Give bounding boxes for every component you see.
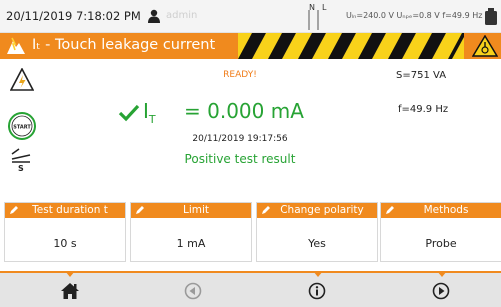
hazard-stripes <box>238 33 464 59</box>
nav-notch <box>313 271 323 277</box>
nav-notch <box>437 271 447 277</box>
home-button[interactable] <box>8 271 132 307</box>
status-datetime: 20/11/2019 7:18:02 PM <box>6 9 141 23</box>
param-card-duration[interactable]: Test duration t 10 s <box>4 202 126 262</box>
param-value: 1 mA <box>176 237 206 250</box>
param-card-header: Test duration t <box>5 203 125 218</box>
param-label: Limit <box>182 204 210 216</box>
param-card-limit[interactable]: Limit 1 mA <box>130 202 252 262</box>
svg-text:S: S <box>18 164 24 172</box>
apparent-power-value: S=751 VA <box>396 70 447 81</box>
param-label: Methods <box>423 204 469 216</box>
title-bar: Iₜ - Touch leakage current <box>0 33 501 59</box>
home-icon <box>61 283 79 299</box>
frequency-value: f=49.9 Hz <box>398 104 449 115</box>
param-card-header: Limit <box>131 203 251 218</box>
param-value: Yes <box>308 237 326 250</box>
n-label: N <box>309 3 315 12</box>
param-value: 10 s <box>53 237 77 250</box>
test-verdict: Positive test result <box>184 152 296 166</box>
info-button[interactable] <box>256 271 380 307</box>
probe-icon: S <box>11 148 31 172</box>
info-icon <box>308 282 326 300</box>
next-icon <box>432 282 450 300</box>
status-bar: 20/11/2019 7:18:02 PM admin N L Uₗₙ=240.… <box>0 0 501 33</box>
edit-icon <box>10 206 18 214</box>
edit-icon <box>262 206 270 214</box>
param-card-polarity[interactable]: Change polarity Yes <box>256 202 378 262</box>
svg-text:START: START <box>13 125 31 131</box>
edit-icon <box>386 206 394 214</box>
result-value: = 0.000 mA <box>184 99 304 123</box>
device-icon <box>485 8 497 25</box>
param-card-methods[interactable]: Methods Probe <box>380 202 501 262</box>
param-label: Change polarity <box>280 204 364 216</box>
param-card-header: Methods <box>381 203 501 218</box>
result-subscript: T <box>148 113 156 126</box>
param-value: Probe <box>425 237 457 250</box>
result-symbol: IT <box>143 99 156 126</box>
voltage-warning-icon <box>10 68 34 91</box>
user-icon[interactable] <box>146 9 162 23</box>
prev-button[interactable] <box>132 273 256 307</box>
page-title: Iₜ - Touch leakage current <box>32 37 216 53</box>
edit-icon <box>136 206 144 214</box>
check-icon <box>118 104 140 122</box>
prev-icon <box>184 282 202 300</box>
next-button[interactable] <box>380 271 501 307</box>
user-name[interactable]: admin <box>166 10 197 21</box>
param-label: Test duration t <box>32 204 108 216</box>
start-icon[interactable]: START <box>7 111 37 141</box>
parameter-cards: Test duration t 10 s Limit 1 mA Change p… <box>4 202 501 262</box>
line-measurements: Uₗₙ=240.0 V Uₙₚₑ=0.8 V f=49.9 Hz <box>346 11 483 20</box>
bottom-nav <box>0 271 501 307</box>
l-label: L <box>322 3 327 12</box>
ready-label: READY! <box>223 70 257 80</box>
leakage-icon <box>7 37 25 54</box>
result-datetime: 20/11/2019 19:17:56 <box>192 134 288 144</box>
hazard-icon <box>472 35 498 57</box>
result-row: IT = 0.000 mA <box>118 95 363 127</box>
nav-notch <box>65 271 75 277</box>
param-card-header: Change polarity <box>257 203 377 218</box>
